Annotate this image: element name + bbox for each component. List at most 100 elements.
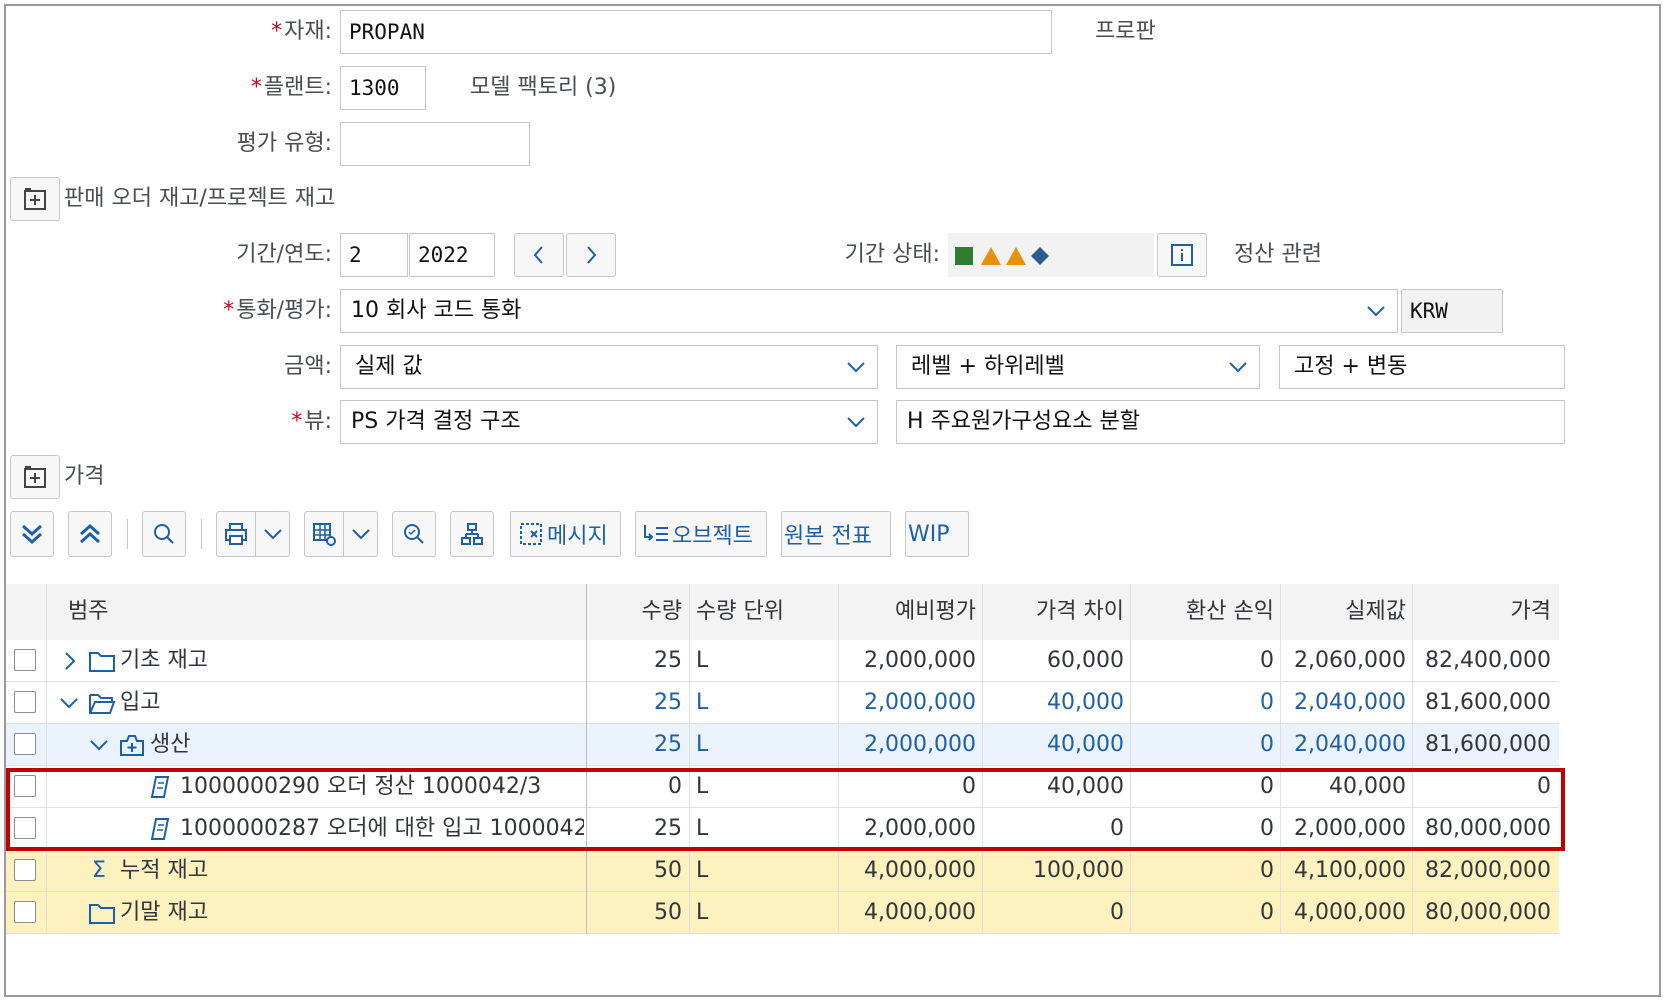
previous-period-button[interactable] [514,233,564,277]
column-header-exchange[interactable]: 환산 손익 [1130,584,1280,640]
sales-order-stock-label: 판매 오더 재고/프로젝트 재고 [64,186,336,211]
object-list-icon [644,525,668,541]
row-price-difference: 40,000 [1047,690,1124,715]
chevron-down-icon [352,529,370,540]
column-header-price[interactable]: 가격 [1412,584,1557,640]
column-header-preliminary[interactable]: 예비평가 [838,584,982,640]
chevron-down-icon [264,529,282,540]
column-header-price-difference[interactable]: 가격 차이 [982,584,1130,640]
chevron-down-icon[interactable] [58,692,80,714]
material-input[interactable]: PROPAN [340,10,1052,54]
view-detail-field[interactable]: H 주요원가구성요소 분할 [896,400,1565,444]
expand-price-button[interactable] [10,455,60,499]
row-actual: 2,040,000 [1294,690,1406,715]
period-info-button[interactable] [1157,233,1207,277]
column-divider [1280,584,1281,934]
row-category: 기말 재고 [120,900,208,925]
row-quantity: 25 [654,648,682,673]
hierarchy-icon [461,523,483,545]
status-blue-diamond-icon [1031,247,1049,265]
amount-select[interactable]: 실제 값 [340,345,878,389]
zoom-button[interactable] [392,511,436,557]
hierarchy-button[interactable] [450,511,494,557]
row-price: 0 [1537,774,1551,799]
price-section-label: 가격 [64,464,105,489]
row-select-checkbox[interactable] [14,859,36,881]
table-row[interactable]: 입고 25 L 2,000,000 40,000 0 2,040,000 81,… [6,682,1559,724]
column-header-category[interactable]: 범주 [68,584,308,640]
row-price-difference: 40,000 [1047,774,1124,799]
row-preliminary: 2,000,000 [864,816,976,841]
chevron-right-icon[interactable] [62,650,78,672]
print-menu-button[interactable] [216,511,290,557]
column-divider [838,584,839,934]
period-status-label: 기간 상태: [844,242,940,267]
object-button[interactable]: 오브젝트 [635,511,767,557]
period-input[interactable]: 2 [340,233,408,277]
search-button[interactable] [142,511,186,557]
row-preliminary: 2,000,000 [864,690,976,715]
column-divider [46,640,47,934]
layout-settings-menu-button[interactable] [304,511,378,557]
object-button-label: 오브젝트 [672,524,753,549]
collapse-all-button[interactable] [68,511,112,557]
table-settings-icon [313,523,336,546]
row-preliminary: 4,000,000 [864,858,976,883]
table-row[interactable]: Σ 누적 재고 50 L 4,000,000 100,000 0 4,100,0… [6,850,1559,892]
level-select[interactable]: 레벨 + 하위레벨 [896,345,1260,389]
valuation-type-input[interactable] [340,122,530,166]
column-header-actual[interactable]: 실제값 [1280,584,1412,640]
toolbar-separator [201,519,202,549]
view-select[interactable]: PS 가격 결정 구조 [340,400,878,444]
period-label: 기간/연도: [236,242,332,267]
level-select-value: 레벨 + 하위레벨 [911,354,1065,379]
row-select-checkbox[interactable] [14,817,36,839]
table-row[interactable]: 1000000287 오더에 대한 입고 1000042 25 L 2,000,… [6,808,1559,850]
table-row[interactable]: 기초 재고 25 L 2,000,000 60,000 0 2,060,000 … [6,640,1559,682]
chevron-right-icon [587,246,597,264]
chevron-down-icon[interactable] [88,734,110,756]
row-unit: L [696,900,709,925]
column-header-quantity[interactable]: 수량 [586,584,688,640]
messages-button[interactable]: 메시지 [510,511,621,557]
fixed-variable-select[interactable]: 고정 + 변동 [1279,345,1565,389]
wip-button[interactable]: WIP [905,511,969,557]
status-warning-triangle-icon [981,247,1001,265]
row-category: 입고 [120,690,161,715]
row-price: 81,600,000 [1425,690,1551,715]
plant-input[interactable]: 1300 [340,66,426,110]
row-unit: L [696,690,709,715]
year-input[interactable]: 2022 [409,233,495,277]
status-warning-triangle-icon [1006,247,1026,265]
sum-icon: Σ [92,858,106,883]
row-price: 80,000,000 [1425,900,1551,925]
row-quantity: 25 [654,816,682,841]
row-select-checkbox[interactable] [14,691,36,713]
row-select-checkbox[interactable] [14,733,36,755]
table-row[interactable]: 기말 재고 50 L 4,000,000 0 0 4,000,000 80,00… [6,892,1559,934]
double-chevron-up-icon [80,523,100,544]
row-actual: 4,100,000 [1294,858,1406,883]
column-header-unit[interactable]: 수량 단위 [690,584,840,640]
row-select-checkbox[interactable] [14,649,36,671]
row-exchange: 0 [1260,816,1274,841]
expand-all-button[interactable] [10,511,54,557]
expand-sales-order-button[interactable] [10,177,60,221]
row-select-checkbox[interactable] [14,775,36,797]
currency-select[interactable]: 10 회사 코드 통화 [340,289,1398,333]
row-exchange: 0 [1260,732,1274,757]
column-divider [689,584,690,934]
messages-button-label: 메시지 [547,524,608,549]
row-select-checkbox[interactable] [14,901,36,923]
table-header: 범주 수량 수량 단위 예비평가 가격 차이 환산 손익 실제값 가격 [6,584,1559,641]
row-price: 82,000,000 [1425,858,1551,883]
next-period-button[interactable] [566,233,616,277]
table-row[interactable]: 1000000290 오더 정산 1000042/3 0 L 0 40,000 … [6,766,1559,808]
table-row[interactable]: 생산 25 L 2,000,000 40,000 0 2,040,000 81,… [6,724,1559,766]
original-document-button[interactable]: 원본 전표 [781,511,891,557]
row-price-difference: 0 [1110,900,1124,925]
row-preliminary: 4,000,000 [864,900,976,925]
print-icon [225,523,247,545]
view-select-value: PS 가격 결정 구조 [351,409,521,434]
column-divider [1412,584,1413,934]
